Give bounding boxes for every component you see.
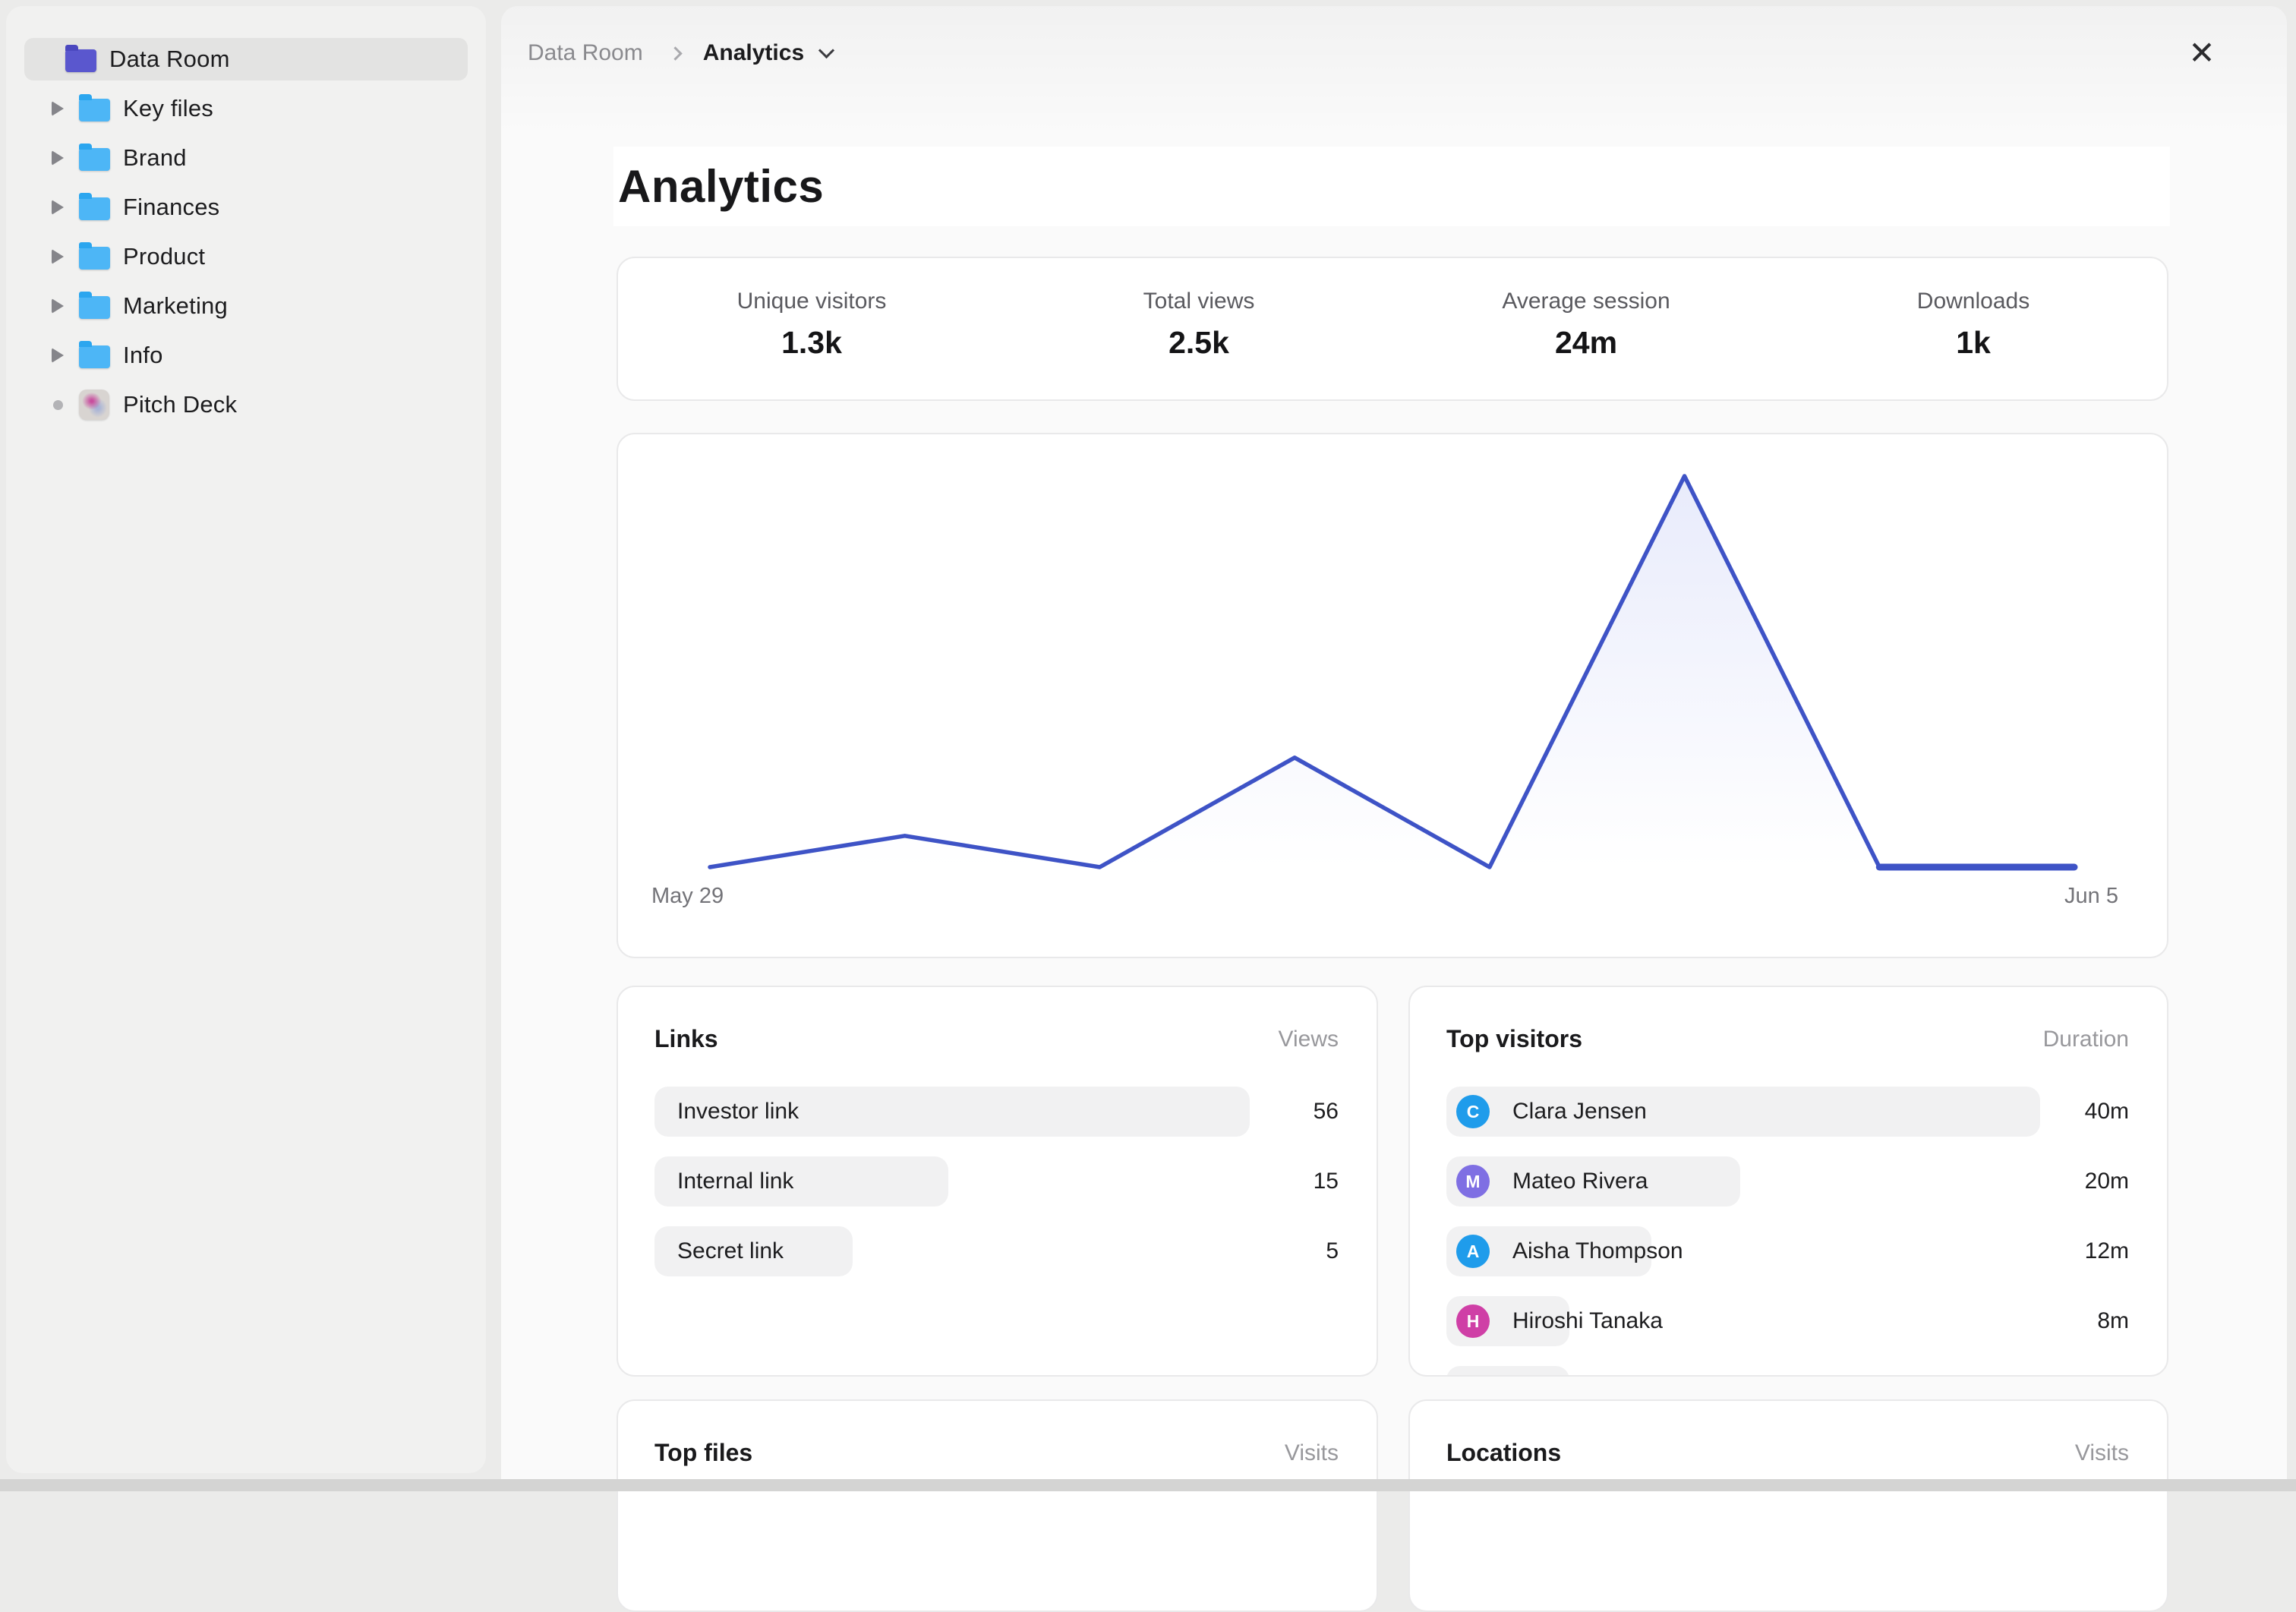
sidebar-item-label: Data Room: [109, 46, 230, 73]
chevron-right-icon: [668, 46, 682, 60]
visitor-row[interactable]: C Clara Jensen 40m: [1446, 1087, 2129, 1137]
stat-value: 24m: [1555, 325, 1617, 361]
link-label: Internal link: [677, 1156, 793, 1207]
visitors-line-chart: May 29 Jun 5: [617, 433, 2168, 958]
metric-header: Duration: [2043, 1027, 2129, 1052]
disclosure-caret-icon[interactable]: [52, 200, 64, 215]
metric-header: Visits: [1285, 1440, 1339, 1466]
visitor-name: Aisha Thompson: [1512, 1238, 1683, 1264]
sidebar: Data Room Key files Brand Finances Produ…: [6, 6, 486, 1473]
link-views: 56: [1314, 1087, 1339, 1137]
avatar: M: [1456, 1165, 1490, 1198]
line-chart-svg: [618, 434, 2167, 957]
visitor-name: Mateo Rivera: [1512, 1169, 1648, 1194]
stat-label: Unique visitors: [737, 289, 887, 314]
sidebar-item-data-room[interactable]: Data Room: [24, 38, 468, 80]
x-axis-label-end: Jun 5: [2064, 884, 2118, 909]
breadcrumb-parent[interactable]: Data Room: [528, 40, 643, 66]
link-views: 15: [1314, 1156, 1339, 1207]
page-title: Analytics: [613, 160, 824, 213]
top-visitors-panel: Top visitors Duration C Clara Jensen 40m…: [1408, 986, 2168, 1377]
stat-average-session: Average session 24m: [1392, 289, 1780, 369]
close-icon[interactable]: ✕: [2178, 29, 2226, 77]
link-row[interactable]: Secret link 5: [654, 1226, 1339, 1276]
link-row[interactable]: Internal link 15: [654, 1156, 1339, 1207]
visitor-row[interactable]: A Aisha Thompson 12m: [1446, 1226, 2129, 1276]
panel-title: Locations: [1446, 1439, 1561, 1467]
disclosure-caret-icon[interactable]: [52, 150, 64, 166]
avatar: H: [1456, 1304, 1490, 1338]
panel-title: Top files: [654, 1439, 752, 1467]
sidebar-item-finances[interactable]: Finances: [24, 186, 468, 229]
pitch-deck-thumbnail-icon: [79, 390, 109, 420]
folder-icon: [79, 345, 110, 368]
window-bottom-edge: [0, 1479, 2296, 1491]
folder-icon: [79, 296, 110, 319]
folder-icon: [79, 197, 110, 220]
chevron-down-icon[interactable]: [818, 42, 834, 58]
panel-title: Top visitors: [1446, 1025, 1582, 1053]
sidebar-item-pitch-deck[interactable]: Pitch Deck: [24, 383, 468, 426]
stat-value: 1.3k: [781, 325, 842, 361]
disclosure-caret-icon[interactable]: [52, 298, 64, 314]
folder-icon: [79, 99, 110, 121]
visitor-duration: 8m: [2097, 1296, 2129, 1346]
sidebar-item-label: Product: [123, 243, 205, 270]
sidebar-item-label: Brand: [123, 144, 187, 172]
top-files-panel: Top files Visits: [617, 1399, 1378, 1612]
stat-unique-visitors: Unique visitors 1.3k: [618, 289, 1005, 369]
dot-bullet-icon: [53, 400, 63, 410]
link-label: Secret link: [677, 1226, 784, 1276]
breadcrumb-current[interactable]: Analytics: [703, 40, 804, 66]
folder-icon: [79, 247, 110, 270]
visitor-name: Hiroshi Tanaka: [1512, 1308, 1663, 1334]
sidebar-item-label: Pitch Deck: [123, 391, 237, 418]
x-axis-labels: May 29 Jun 5: [618, 884, 2167, 909]
visitor-name: Clara Jensen: [1512, 1099, 1647, 1125]
visitor-duration: 40m: [2085, 1087, 2129, 1137]
sidebar-item-brand[interactable]: Brand: [24, 137, 468, 179]
page-header: Analytics: [613, 147, 2170, 226]
disclosure-caret-icon[interactable]: [52, 348, 64, 363]
stat-downloads: Downloads 1k: [1780, 289, 2167, 369]
stat-value: 1k: [1956, 325, 1991, 361]
visitor-row[interactable]: H Hiroshi Tanaka 8m: [1446, 1296, 2129, 1346]
disclosure-caret-icon[interactable]: [52, 249, 64, 264]
sidebar-item-label: Info: [123, 342, 163, 369]
folder-icon: [65, 49, 96, 72]
metric-header: Visits: [2075, 1440, 2129, 1466]
sidebar-item-label: Marketing: [123, 292, 228, 320]
sidebar-item-key-files[interactable]: Key files: [24, 87, 468, 130]
stat-label: Downloads: [1917, 289, 2030, 314]
sidebar-item-label: Finances: [123, 194, 219, 221]
disclosure-caret-icon[interactable]: [52, 101, 64, 116]
links-panel: Links Views Investor link 56 Internal li…: [617, 986, 1378, 1377]
metric-header: Views: [1279, 1027, 1339, 1052]
folder-icon: [79, 148, 110, 171]
visitor-duration: 20m: [2085, 1156, 2129, 1207]
avatar: C: [1456, 1095, 1490, 1128]
stat-value: 2.5k: [1168, 325, 1229, 361]
sidebar-item-label: Key files: [123, 95, 213, 122]
link-row[interactable]: Investor link 56: [654, 1087, 1339, 1137]
visitor-row[interactable]: M Mateo Rivera 20m: [1446, 1156, 2129, 1207]
stats-card: Unique visitors 1.3k Total views 2.5k Av…: [617, 257, 2168, 401]
link-label: Investor link: [677, 1087, 799, 1137]
main-panel: Data Room Analytics ✕ Analytics Unique v…: [501, 6, 2287, 1491]
link-views: 5: [1326, 1226, 1339, 1276]
sidebar-item-marketing[interactable]: Marketing: [24, 285, 468, 327]
topbar: Data Room Analytics ✕: [528, 29, 2257, 77]
panel-title: Links: [654, 1025, 718, 1053]
stat-label: Total views: [1143, 289, 1255, 314]
visitor-duration: 12m: [2085, 1226, 2129, 1276]
sidebar-item-info[interactable]: Info: [24, 334, 468, 377]
visitor-row-clipped[interactable]: [1446, 1366, 2129, 1377]
sidebar-item-product[interactable]: Product: [24, 235, 468, 278]
stat-label: Average session: [1502, 289, 1670, 314]
x-axis-label-start: May 29: [651, 884, 724, 909]
avatar: A: [1456, 1235, 1490, 1268]
locations-panel: Locations Visits: [1408, 1399, 2168, 1612]
duration-bar: [1446, 1366, 1569, 1377]
stat-total-views: Total views 2.5k: [1005, 289, 1392, 369]
